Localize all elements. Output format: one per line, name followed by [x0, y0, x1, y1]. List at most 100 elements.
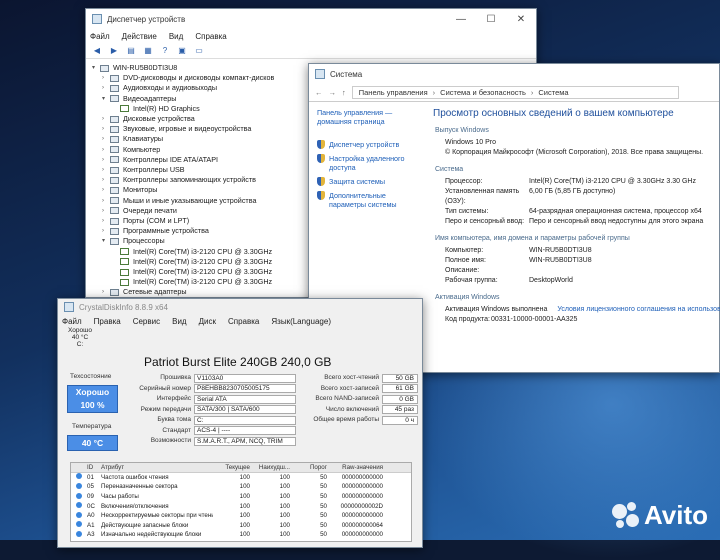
chevron-right-icon[interactable]: ›	[102, 206, 110, 216]
sidebar-item-protection[interactable]: Защита системы	[317, 177, 416, 186]
drive-selector[interactable]: Хорошо 40 °C C:	[66, 327, 94, 348]
sidebar-item-device-manager[interactable]: Диспетчер устройств	[317, 140, 416, 149]
chevron-right-icon[interactable]: ›	[102, 114, 110, 124]
sidebar-item-advanced[interactable]: Дополнительные параметры системы	[317, 191, 416, 209]
chevron-right-icon[interactable]: ›	[102, 83, 110, 93]
status-dot-cell	[71, 492, 87, 501]
smart-cell-thr: 50	[320, 483, 327, 491]
crystal-menu-item[interactable]: Сервис	[133, 317, 160, 326]
crystal-menu-item[interactable]: Файл	[62, 317, 82, 326]
chevron-right-icon[interactable]: ›	[102, 134, 110, 144]
health-badge: Хорошо 100 %	[67, 385, 118, 413]
device-category-icon	[110, 136, 119, 144]
computer-name-row-label: Полное имя:	[445, 257, 486, 264]
smart-column-header[interactable]: Текущее	[213, 464, 250, 471]
device-manager-titlebar[interactable]: Диспетчер устройств — ☐ ✕	[86, 9, 536, 29]
smart-table-row[interactable]: 0C Включения/отключения 100 100 50 0000000000…	[71, 501, 411, 511]
smart-cell-raw: 000000000000	[341, 493, 383, 501]
drive-info-value: Serial ATA	[194, 394, 296, 404]
sidebar-home-link[interactable]: Панель управления — домашняя страница	[317, 108, 416, 126]
nav-forward-icon[interactable]: →	[329, 88, 337, 97]
minimize-icon[interactable]: —	[446, 14, 476, 25]
smart-cell-worst: 100	[279, 502, 290, 510]
chevron-right-icon[interactable]: ›	[102, 287, 110, 297]
copyright-text: © Корпорация Майкрософт (Microsoft Corpo…	[445, 149, 704, 156]
menu-file[interactable]: Файл	[90, 32, 110, 41]
properties-icon[interactable]: ▤	[124, 45, 138, 57]
crystal-menu-bar: Файл Правка Сервис Вид Диск Справка Язык(Langu…	[58, 315, 422, 327]
breadcrumb[interactable]: Панель управления › Система и безопасност…	[351, 86, 679, 99]
license-link[interactable]: Условия лицензионного соглашения на испо…	[557, 305, 720, 315]
menu-view[interactable]: Вид	[169, 32, 183, 41]
chevron-right-icon[interactable]: ›	[102, 226, 110, 236]
scan-icon[interactable]: ▣	[175, 45, 189, 57]
driver-icon[interactable]: ▦	[141, 45, 155, 57]
chevron-right-icon[interactable]: ›	[102, 196, 110, 206]
smart-cell-raw: 00000000002D	[340, 502, 383, 510]
smart-cell-cur: 100	[239, 521, 250, 529]
status-dot-cell	[71, 530, 87, 539]
chevron-right-icon[interactable]: ›	[102, 145, 110, 155]
nav-back-icon[interactable]: ←	[315, 88, 323, 97]
smart-table-row[interactable]: 05 Переназначенные сектора 100 100 50 0000000…	[71, 482, 411, 492]
smart-column-header[interactable]: Наихудш...	[250, 464, 290, 471]
breadcrumb-item[interactable]: Панель управления	[359, 88, 428, 97]
crystal-titlebar[interactable]: CrystalDiskInfo 8.8.9 x64	[58, 299, 422, 315]
forward-icon[interactable]: ▶	[107, 45, 121, 57]
smart-column-header[interactable]: Порог	[290, 464, 327, 471]
smart-table-row[interactable]: A3 Изначально недействующие блоки 100 100 50…	[71, 530, 411, 540]
crystal-menu-item[interactable]: Вид	[172, 317, 186, 326]
smart-column-header[interactable]: Атрибут	[101, 464, 213, 471]
maximize-icon[interactable]: ☐	[476, 14, 506, 25]
chevron-right-icon[interactable]: ›	[102, 175, 110, 185]
crystal-menu-item[interactable]: Язык(Language)	[271, 317, 331, 326]
device-category-icon	[110, 289, 119, 297]
smart-cell-id: A0	[87, 512, 95, 520]
smart-cell-cur: 100	[239, 493, 250, 501]
close-icon[interactable]: ✕	[506, 14, 536, 25]
smart-column-header[interactable]: Raw-значения	[327, 464, 387, 471]
tree-category-label: Звуковые, игровые и видеоустройства	[123, 124, 252, 134]
menu-action[interactable]: Действие	[122, 32, 157, 41]
chevron-down-icon[interactable]: ▾	[102, 94, 110, 104]
smart-cell-worst: 100	[279, 512, 290, 520]
sidebar-item-remote[interactable]: Настройка удаленного доступа	[317, 154, 416, 172]
smart-table-row[interactable]: A1 Действующие запасные блоки 100 100 50 0000…	[71, 521, 411, 531]
smart-table-row[interactable]: 09 Часы работы 100 100 50 000000000000	[71, 492, 411, 502]
drive-info-value: SATA/300 | SATA/600	[194, 405, 296, 415]
smart-column-header[interactable]: ID	[87, 464, 101, 471]
chevron-down-icon[interactable]: ▾	[102, 236, 110, 246]
device-category-icon	[110, 197, 119, 205]
crystal-menu-item[interactable]: Правка	[94, 317, 121, 326]
chevron-right-icon[interactable]: ›	[102, 165, 110, 175]
drive-info-value: 0 ч	[382, 415, 418, 425]
menu-help[interactable]: Справка	[195, 32, 226, 41]
chevron-right-icon[interactable]: ›	[102, 155, 110, 165]
computer-name-row-value: DesktopWorld	[529, 277, 573, 284]
back-icon[interactable]: ◀	[90, 45, 104, 57]
device-icon	[120, 258, 129, 266]
chevron-right-icon[interactable]: ›	[102, 185, 110, 195]
menu-bar: Файл Действие Вид Справка	[86, 29, 536, 43]
computer-name-row-label: Компьютер:	[445, 247, 484, 254]
chevron-right-icon[interactable]: ›	[102, 216, 110, 226]
crystal-menu-item[interactable]: Справка	[228, 317, 259, 326]
smart-table[interactable]: ID Атрибут Текущее Наихудш... Порог Raw-значе…	[70, 462, 412, 542]
tree-device-label: Intel(R) HD Graphics	[133, 103, 200, 113]
system-info-row-label: Перо и сенсорный ввод:	[445, 218, 525, 225]
smart-cell-thr: 50	[320, 493, 327, 501]
breadcrumb-item[interactable]: Система и безопасность	[440, 88, 526, 97]
chevron-right-icon[interactable]: ›	[102, 73, 110, 83]
smart-table-row[interactable]: A0 Нескорректируемые секторы при чтении/з…	[71, 511, 411, 521]
system-info-row-value: 6,00 ГБ (5,85 ГБ доступно)	[529, 188, 616, 195]
monitor-icon[interactable]: ▭	[192, 45, 206, 57]
help-icon[interactable]: ?	[158, 45, 172, 57]
crystal-menu-item[interactable]: Диск	[199, 317, 216, 326]
chevron-right-icon[interactable]: ›	[102, 124, 110, 134]
drive-info-row: Возможности S.M.A.R.T., APM, NCQ, TRIM	[122, 436, 296, 447]
breadcrumb-item[interactable]: Система	[538, 88, 568, 97]
system-info-row: Перо и сенсорный ввод: Перо и сенсорный в…	[445, 217, 719, 227]
system-titlebar[interactable]: Система	[309, 64, 719, 84]
smart-table-row[interactable]: 01 Частота ошибок чтения 100 100 50 000000000…	[71, 473, 411, 483]
nav-up-icon[interactable]: ↑	[342, 88, 346, 97]
